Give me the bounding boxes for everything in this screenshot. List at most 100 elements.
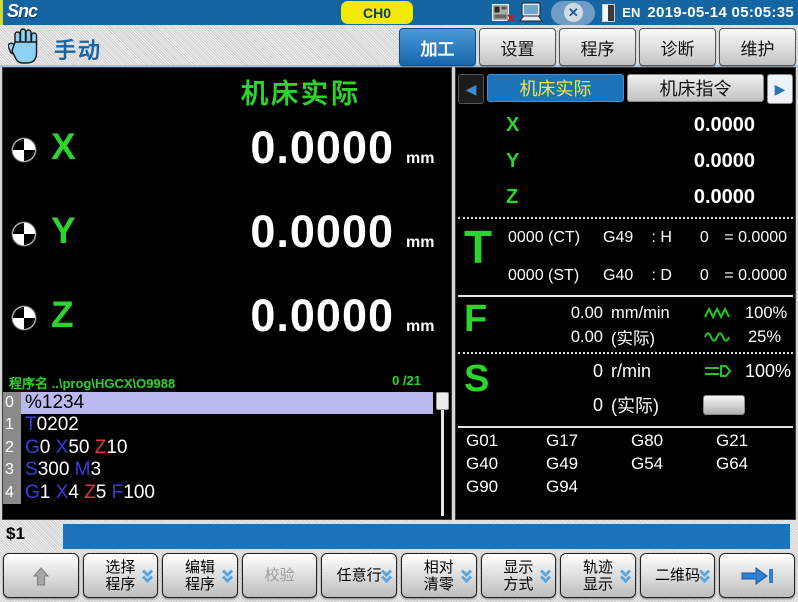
close-button[interactable]: ✕ <box>551 1 595 25</box>
chevron-down-icon <box>698 568 711 583</box>
modal-gcode: G54 <box>631 454 716 474</box>
axis-value: 0.0000 <box>250 206 394 258</box>
program-line[interactable]: 0%1234 <box>3 392 433 414</box>
program-path: ..\prog\HGCX\O9988 <box>52 376 176 391</box>
softkey-button[interactable]: 轨迹显示 <box>560 553 636 598</box>
main-tab[interactable]: 维护 <box>719 28 796 66</box>
tool-number: 0000 (CT) <box>508 229 603 247</box>
spindle-actual-value: 0 <box>508 395 603 416</box>
line-number: 1 <box>3 414 21 436</box>
modal-gcode: G01 <box>466 431 546 451</box>
mini-axis-value: 0.0000 <box>694 186 755 209</box>
program-line[interactable]: 4G1 X4 Z5 F100 <box>3 482 433 504</box>
tab-scroll-left-button[interactable]: ◀ <box>458 74 484 104</box>
axis-row: Y 0.0000 mm <box>3 202 451 266</box>
softkey-label: 显示方式 <box>503 559 533 593</box>
next-arrow-button[interactable] <box>719 553 795 598</box>
softkey-bar: 选择程序编辑程序 校验 任意行相对清零显示方式 轨迹显示二维码 <box>0 551 798 602</box>
coordinate-tabs: ◀ 机床实际 机床指令 ▶ <box>456 74 795 102</box>
tool-offset-selector: : H <box>651 229 699 247</box>
modal-gcode: G90 <box>466 477 546 497</box>
chevron-down-icon <box>619 568 632 583</box>
axis-crosshair-icon <box>11 137 37 168</box>
spindle-section-letter: S <box>464 358 489 401</box>
axis-unit: mm <box>406 234 434 252</box>
next-arrow-icon <box>738 565 776 587</box>
softkey-label: 轨迹显示 <box>583 559 613 593</box>
line-code: S300 M3 <box>21 459 433 481</box>
feed-value: 0.00 <box>508 304 603 323</box>
main-tab[interactable]: 加工 <box>399 28 476 66</box>
softkey-button[interactable]: 相对清零 <box>401 553 477 598</box>
mode-label: 手动 <box>54 33 102 65</box>
modal-gcode: G49 <box>546 454 631 474</box>
tool-gcode: G40 <box>603 267 651 285</box>
tool-number: 0000 (ST) <box>508 267 603 285</box>
scrollbar-track[interactable] <box>441 392 444 516</box>
softkey-button[interactable]: 显示方式 <box>481 553 557 598</box>
channel-badge: CH0 <box>341 1 413 24</box>
softkey-button[interactable]: 任意行 <box>321 553 397 598</box>
scrollbar-thumb[interactable] <box>436 392 449 410</box>
axis-letter: X <box>51 126 76 168</box>
axis-value: 0.0000 <box>250 290 394 342</box>
softkey-button[interactable]: 选择程序 <box>83 553 159 598</box>
tool-row: 0000 (ST) G40 : D 0 = 0.0000 <box>508 264 787 288</box>
edge-indicator-strip <box>0 0 3 25</box>
softkey-button[interactable]: 校验 <box>242 553 318 598</box>
chevron-down-icon <box>380 568 393 583</box>
axis-letter: Z <box>51 294 74 336</box>
feed-row: 0.00 (实际) 25% <box>508 325 781 349</box>
axis-crosshair-icon <box>11 305 37 336</box>
mini-axis-value: 0.0000 <box>694 150 755 173</box>
chevron-down-icon <box>141 568 154 583</box>
spindle-override-percent: 100% <box>745 361 791 382</box>
chevron-down-icon <box>221 568 234 583</box>
program-line-counter: 0 /21 <box>392 373 421 388</box>
chevron-down-icon <box>539 568 552 583</box>
modal-gcode: G80 <box>631 431 716 451</box>
main-tab[interactable]: 设置 <box>479 28 556 66</box>
tab-machine-command[interactable]: 机床指令 <box>627 74 764 102</box>
axis-unit: mm <box>406 150 434 168</box>
spindle-actual-label: (实际) <box>611 392 703 418</box>
program-lines: 0%12341T02022G0 X50 Z103S300 M34G1 X4 Z5… <box>3 392 433 517</box>
feed-actual-value: 0.00 <box>508 328 603 347</box>
mini-axis-letter: Y <box>506 150 519 173</box>
main-tab[interactable]: 诊断 <box>639 28 716 66</box>
program-name-label: 程序名 <box>9 376 48 391</box>
modal-gcode: G64 <box>716 454 766 474</box>
mini-axis-letter: Z <box>506 186 518 209</box>
main-tab[interactable]: 程序 <box>559 28 636 66</box>
chevron-left-icon: ◀ <box>466 81 477 98</box>
up-arrow-button[interactable] <box>3 553 79 598</box>
mini-axis-row: Z 0.0000 <box>456 182 795 214</box>
tool-offset-value: = 0.0000 <box>709 267 787 285</box>
axis-crosshair-icon <box>11 221 37 252</box>
program-line[interactable]: 3S300 M3 <box>3 459 433 481</box>
softkey-button[interactable]: 二维码 <box>640 553 716 598</box>
chevron-down-icon <box>460 568 473 583</box>
axis-row: X 0.0000 mm <box>3 118 451 182</box>
mini-axis-letter: X <box>506 114 519 137</box>
mdi-command-field[interactable] <box>62 523 791 550</box>
program-scrollbar[interactable] <box>436 392 449 516</box>
up-arrow-icon <box>29 563 53 589</box>
close-icon: ✕ <box>564 3 583 22</box>
section-divider <box>458 352 793 354</box>
tab-machine-actual[interactable]: 机床实际 <box>487 74 624 102</box>
disconnected-x-icon: ✕ <box>506 12 515 25</box>
tab-scroll-right-button[interactable]: ▶ <box>767 74 793 104</box>
softkey-label: 校验 <box>265 567 295 584</box>
info-panel: ◀ 机床实际 机床指令 ▶ X 0.0000 Y 0.0000 Z 0.0000… <box>455 67 796 520</box>
modal-gcode: G17 <box>546 431 631 451</box>
feed-unit: mm/min <box>611 304 703 323</box>
tool-offset-index: 0 <box>700 267 709 285</box>
tool-offset-index: 0 <box>700 229 709 247</box>
section-divider <box>458 426 793 428</box>
softkey-button[interactable]: 编辑程序 <box>162 553 238 598</box>
top-status-bar: Snc CH0 ✕ ✕ EN 2019-05-14 05:05:35 <box>0 0 798 25</box>
softkey-label: 选择程序 <box>105 559 135 593</box>
program-line[interactable]: 2G0 X50 Z10 <box>3 437 433 459</box>
program-line[interactable]: 1T0202 <box>3 414 433 436</box>
